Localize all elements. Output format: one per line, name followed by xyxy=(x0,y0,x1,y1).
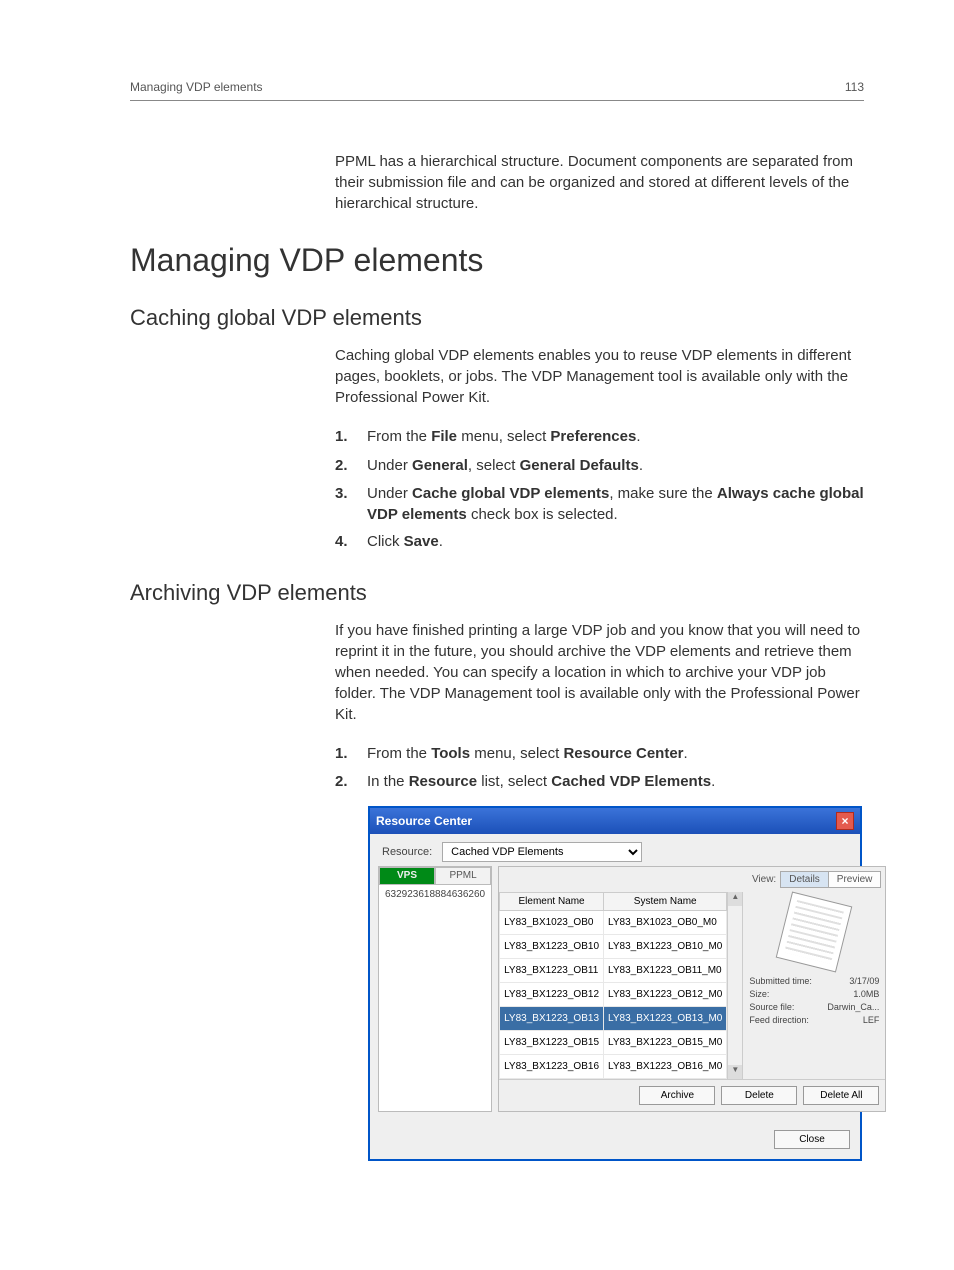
section-archiving-heading: Archiving VDP elements xyxy=(130,580,864,606)
step-item: 3. Under Cache global VDP elements, make… xyxy=(335,483,864,525)
tree-item[interactable]: 632923618884636260 xyxy=(379,885,491,904)
step-number: 3. xyxy=(335,483,353,525)
step-number: 4. xyxy=(335,531,353,554)
table-row[interactable]: LY83_BX1223_OB16LY83_BX1223_OB16_M0 xyxy=(500,1054,727,1078)
step-text: From the File menu, select Preferences. xyxy=(367,426,641,449)
source-file-value: Darwin_Ca... xyxy=(827,1002,879,1012)
tab-ppml[interactable]: PPML xyxy=(435,867,491,885)
size-value: 1.0MB xyxy=(853,989,879,999)
section-caching-heading: Caching global VDP elements xyxy=(130,305,864,331)
details-panel: Submitted time: 3/17/09 Size: 1.0MB Source… xyxy=(742,892,885,1079)
table-row[interactable]: LY83_BX1223_OB12LY83_BX1223_OB12_M0 xyxy=(500,982,727,1006)
scroll-up-icon[interactable]: ▲ xyxy=(728,892,742,906)
size-label: Size: xyxy=(749,989,769,999)
step-number: 2. xyxy=(335,771,353,794)
step-text: Under Cache global VDP elements, make su… xyxy=(367,483,864,525)
step-text: Under General, select General Defaults. xyxy=(367,455,643,478)
table-row[interactable]: LY83_BX1223_OB11LY83_BX1223_OB11_M0 xyxy=(500,958,727,982)
step-item: 4. Click Save. xyxy=(335,531,864,554)
resource-label: Resource: xyxy=(382,846,432,858)
col-element-name[interactable]: Element Name xyxy=(500,892,604,910)
section-archiving-paragraph: If you have finished printing a large VD… xyxy=(335,620,864,725)
section-caching-paragraph: Caching global VDP elements enables you … xyxy=(335,345,864,408)
table-row[interactable]: LY83_BX1223_OB10LY83_BX1223_OB10_M0 xyxy=(500,934,727,958)
tab-vps[interactable]: VPS xyxy=(379,867,435,885)
resource-center-panel: View: Details Preview Element Name Syste… xyxy=(498,866,886,1112)
thumbnail-preview xyxy=(776,891,853,972)
feed-direction-label: Feed direction: xyxy=(749,1015,809,1025)
step-item: 1. From the Tools menu, select Resource … xyxy=(335,743,864,766)
source-file-label: Source file: xyxy=(749,1002,794,1012)
submitted-time-label: Submitted time: xyxy=(749,976,812,986)
elements-table: Element Name System Name LY83_BX1023_OB0… xyxy=(499,892,727,1079)
caching-steps-list: 1. From the File menu, select Preference… xyxy=(335,426,864,554)
intro-paragraph: PPML has a hierarchical structure. Docum… xyxy=(335,151,864,214)
scroll-down-icon[interactable]: ▼ xyxy=(728,1065,742,1079)
page-title: Managing VDP elements xyxy=(130,242,864,279)
delete-all-button[interactable]: Delete All xyxy=(803,1086,879,1105)
delete-button[interactable]: Delete xyxy=(721,1086,797,1105)
close-icon[interactable]: × xyxy=(836,812,854,830)
view-details-button[interactable]: Details xyxy=(781,872,829,887)
archiving-steps-list: 1. From the Tools menu, select Resource … xyxy=(335,743,864,794)
step-item: 2. In the Resource list, select Cached V… xyxy=(335,771,864,794)
resource-selector-bar: Resource: Cached VDP Elements xyxy=(370,834,860,866)
col-system-name[interactable]: System Name xyxy=(604,892,727,910)
step-text: From the Tools menu, select Resource Cen… xyxy=(367,743,688,766)
close-button[interactable]: Close xyxy=(774,1130,850,1149)
page-number: 113 xyxy=(845,80,864,94)
step-number: 1. xyxy=(335,426,353,449)
resource-left-panel: VPS PPML 632923618884636260 xyxy=(378,866,492,1112)
table-row[interactable]: LY83_BX1023_OB0LY83_BX1023_OB0_M0 xyxy=(500,910,727,934)
step-number: 2. xyxy=(335,455,353,478)
view-label: View: xyxy=(752,874,776,885)
step-text: In the Resource list, select Cached VDP … xyxy=(367,771,715,794)
table-scrollbar[interactable]: ▲ ▼ xyxy=(727,892,742,1079)
feed-direction-value: LEF xyxy=(863,1015,880,1025)
table-row[interactable]: LY83_BX1223_OB15LY83_BX1223_OB15_M0 xyxy=(500,1030,727,1054)
table-row-selected[interactable]: LY83_BX1223_OB13LY83_BX1223_OB13_M0 xyxy=(500,1006,727,1030)
view-toggle: Details Preview xyxy=(780,871,881,888)
step-item: 2. Under General, select General Default… xyxy=(335,455,864,478)
archive-button[interactable]: Archive xyxy=(639,1086,715,1105)
resource-center-window: Resource Center × Resource: Cached VDP E… xyxy=(368,806,862,1161)
page-header: Managing VDP elements 113 xyxy=(130,80,864,101)
step-number: 1. xyxy=(335,743,353,766)
window-title: Resource Center xyxy=(376,814,472,828)
submitted-time-value: 3/17/09 xyxy=(849,976,879,986)
view-preview-button[interactable]: Preview xyxy=(829,872,881,887)
resource-select[interactable]: Cached VDP Elements xyxy=(442,842,642,862)
step-text: Click Save. xyxy=(367,531,443,554)
window-titlebar[interactable]: Resource Center × xyxy=(370,808,860,834)
header-title: Managing VDP elements xyxy=(130,80,263,94)
step-item: 1. From the File menu, select Preference… xyxy=(335,426,864,449)
